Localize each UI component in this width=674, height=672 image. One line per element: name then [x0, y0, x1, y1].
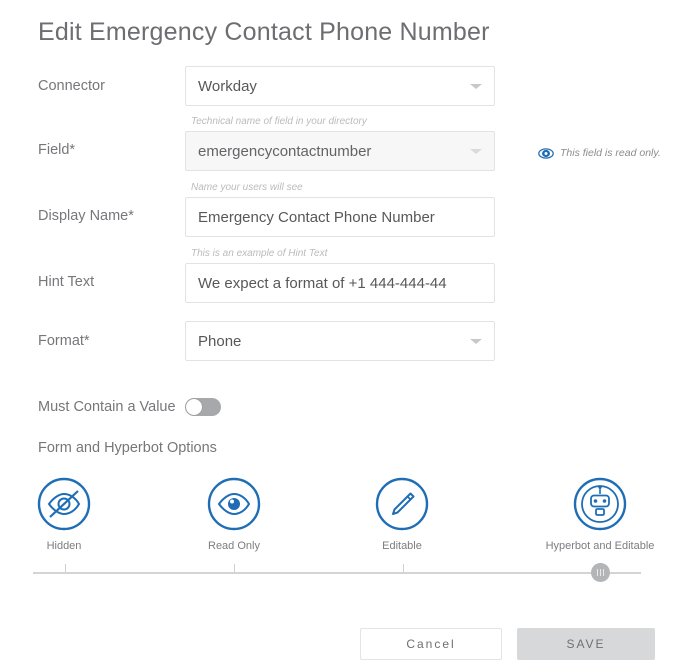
cancel-button[interactable]: Cancel [360, 628, 502, 660]
format-select[interactable]: Phone [185, 321, 495, 361]
field-value: emergencycontactnumber [198, 142, 372, 160]
field-label: Field* [38, 142, 76, 158]
form-options-slider[interactable] [33, 563, 641, 585]
option-hyperbot-editable[interactable]: Hyperbot and Editable [520, 472, 674, 552]
grip-line [597, 569, 598, 576]
option-editable-label: Editable [382, 540, 422, 552]
option-hidden[interactable]: Hidden [0, 472, 144, 552]
must-contain-label: Must Contain a Value [38, 399, 176, 415]
read-only-note: This field is read only. [538, 147, 661, 159]
slider-tick [403, 564, 404, 572]
display-name-helper-text: Name your users will see [191, 182, 303, 193]
format-value: Phone [198, 332, 242, 350]
field-field-column: Technical name of field in your director… [185, 116, 497, 171]
field-select[interactable]: emergencycontactnumber [185, 131, 495, 171]
chevron-down-icon [470, 145, 482, 157]
slider-track [33, 572, 641, 574]
form-row-field: Field* Technical name of field in your d… [0, 116, 674, 171]
eye-icon [538, 147, 554, 159]
eye-icon [154, 472, 314, 536]
format-field-column: Phone [185, 321, 497, 361]
edit-field-dialog: Edit Emergency Contact Phone Number Conn… [0, 0, 674, 672]
hint-text-value: We expect a format of +1 444-444-44 [198, 274, 447, 292]
dialog-footer: Cancel SAVE [0, 628, 674, 672]
connector-value: Workday [198, 77, 257, 95]
page-title: Edit Emergency Contact Phone Number [38, 18, 490, 46]
slider-tick [234, 564, 235, 572]
hint-text-helper-text: This is an example of Hint Text [191, 248, 328, 259]
slider-tick [65, 564, 66, 572]
display-name-label: Display Name* [38, 208, 134, 224]
toggle-knob [186, 399, 202, 415]
form-area: Connector Workday Field* Technical name … [0, 66, 674, 365]
connector-label: Connector [38, 78, 105, 94]
form-row-display-name: Display Name* Name your users will see E… [0, 182, 674, 237]
must-contain-toggle[interactable] [185, 398, 221, 416]
hint-text-field-column: This is an example of Hint Text We expec… [185, 248, 497, 303]
grip-line [600, 569, 601, 576]
option-read-only-label: Read Only [208, 540, 260, 552]
must-contain-row: Must Contain a Value [0, 398, 221, 416]
pencil-icon [322, 472, 482, 536]
grip-line [603, 569, 604, 576]
chevron-down-icon [470, 335, 482, 347]
form-row-format: Format* Phone [0, 321, 674, 361]
form-row-hint-text: Hint Text This is an example of Hint Tex… [0, 248, 674, 303]
hint-text-label: Hint Text [38, 274, 95, 290]
slider-handle[interactable] [591, 563, 610, 582]
display-name-field-column: Name your users will see Emergency Conta… [185, 182, 497, 237]
field-helper-text: Technical name of field in your director… [191, 116, 367, 127]
format-label: Format* [38, 333, 90, 349]
connector-field-column: Workday [185, 66, 497, 106]
robot-icon [520, 472, 674, 536]
options-section-title: Form and Hyperbot Options [38, 440, 217, 456]
read-only-note-text: This field is read only. [560, 147, 661, 159]
display-name-value: Emergency Contact Phone Number [198, 208, 435, 226]
form-row-connector: Connector Workday [0, 66, 674, 106]
option-hyperbot-editable-label: Hyperbot and Editable [545, 540, 655, 552]
option-hidden-label: Hidden [46, 540, 82, 552]
save-button[interactable]: SAVE [517, 628, 655, 660]
option-editable[interactable]: Editable [322, 472, 482, 552]
display-name-input[interactable]: Emergency Contact Phone Number [185, 197, 495, 237]
option-read-only[interactable]: Read Only [154, 472, 314, 552]
chevron-down-icon [470, 80, 482, 92]
hint-text-input[interactable]: We expect a format of +1 444-444-44 [185, 263, 495, 303]
connector-select[interactable]: Workday [185, 66, 495, 106]
options-icons: Hidden Read Only Editable Hyperbot and E… [0, 472, 674, 552]
eye-off-icon [0, 472, 144, 536]
